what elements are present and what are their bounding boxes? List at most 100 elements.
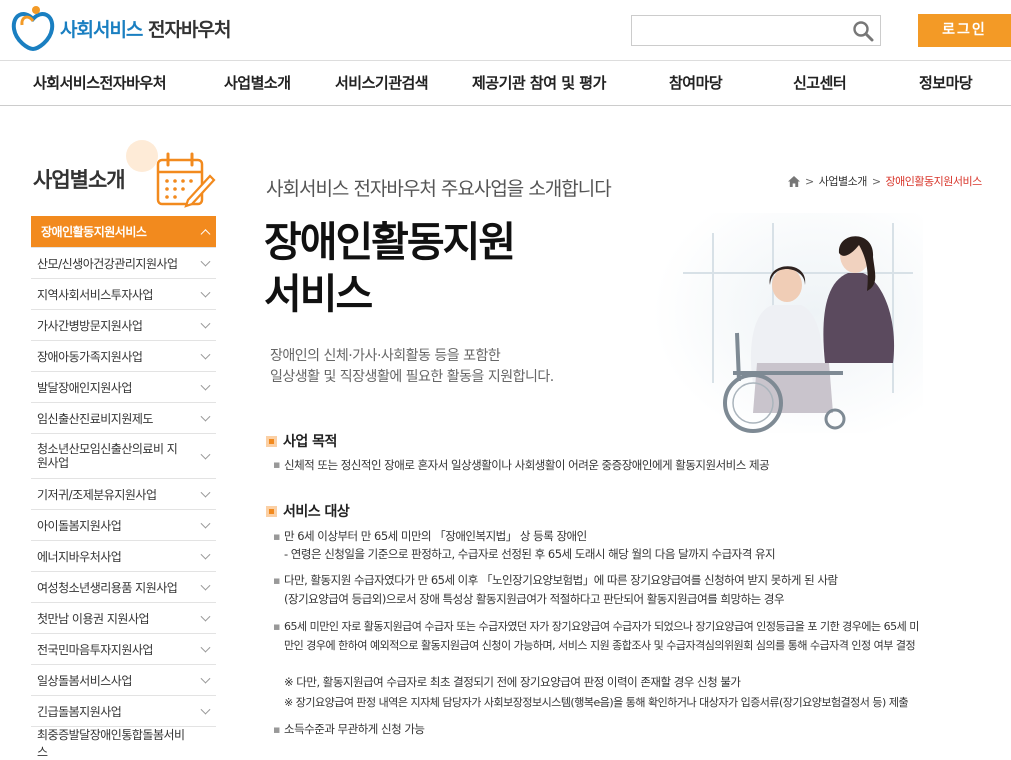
sidebar-item-label: 첫만남 이용권 지원사업 — [37, 611, 150, 626]
section-title-target: 서비스 대상 — [266, 501, 350, 521]
chevron-down-icon — [200, 518, 211, 529]
list-bullet: ▪ — [273, 620, 281, 633]
list-bullet: ▪ — [273, 574, 281, 587]
sidebar-item-label: 임신출산진료비지원제도 — [37, 411, 153, 426]
breadcrumb-separator: > — [805, 174, 814, 188]
sidebar-item-severe-developmental[interactable]: 최중증발달장애인통합돌봄서비스 — [31, 727, 216, 759]
sidebar-item-label: 가사간병방문지원사업 — [37, 318, 143, 333]
sidebar-item-label: 청소년산모임신출산의료비 지원사업 — [37, 442, 178, 470]
sidebar-item-label: 일상돌봄서비스사업 — [37, 673, 132, 688]
hero-image — [653, 213, 923, 433]
note-item: ※ 다만, 활동지원급여 수급자로 최초 결정되기 전에 장기요양급여 판정 이… — [284, 675, 741, 689]
sidebar-item-teen-mother-medical[interactable]: 청소년산모임신출산의료비 지원사업 — [31, 434, 216, 479]
logo[interactable]: 사회서비스 전자바우처 — [10, 2, 250, 54]
nav-item-provider-evaluation[interactable]: 제공기관 참여 및 평가 — [472, 61, 606, 105]
page-title: 장애인활동지원 서비스 — [264, 216, 516, 320]
sidebar-item-maternal-newborn[interactable]: 산모/신생아건강관리지원사업 — [31, 248, 216, 279]
nav-item-participation[interactable]: 참여마당 — [669, 61, 723, 105]
sidebar-item-housekeeping-care[interactable]: 가사간병방문지원사업 — [31, 310, 216, 341]
login-button[interactable]: 로그인 — [918, 14, 1011, 47]
sidebar-title: 사업별소개 — [33, 168, 126, 192]
nav-item-report-center[interactable]: 신고센터 — [793, 61, 847, 105]
home-icon[interactable] — [788, 175, 800, 187]
target-item: 65세 미만인 자로 활동지원급여 수급자 또는 수급자였던 자가 장기요양급여… — [284, 620, 919, 633]
nav-item-business-intro[interactable]: 사업별소개 — [224, 61, 291, 105]
chevron-up-icon — [200, 228, 211, 239]
sidebar-item-label: 산모/신생아건강관리지원사업 — [37, 256, 178, 271]
sidebar-item-label: 기저귀/조제분유지원사업 — [37, 487, 157, 502]
list-bullet: ▪ — [273, 530, 281, 543]
description-line: 장애인의 신체·가사·사회활동 등을 포함한 — [270, 348, 501, 364]
note-item: ※ 장기요양급여 판정 내역은 지자체 담당자가 사회보장정보시스템(행복e음)… — [284, 696, 909, 709]
list-bullet: ▪ — [273, 723, 281, 736]
description-line: 일상생활 및 직장생활에 필요한 활동을 지원합니다. — [270, 369, 554, 385]
target-item: 다만, 활동지원 수급자였다가 만 65세 이후 「노인장기요양보험법」에 따른… — [284, 573, 838, 587]
sidebar-item-emergency-care[interactable]: 긴급돌봄지원사업 — [31, 696, 216, 727]
logo-text-secondary: 전자바우처 — [148, 18, 231, 41]
breadcrumb-separator: > — [871, 174, 881, 188]
sidebar-item-label: 발달장애인지원사업 — [37, 380, 132, 395]
sidebar-item-developmental-disability[interactable]: 발달장애인지원사업 — [31, 372, 216, 403]
section-title-purpose: 사업 목적 — [266, 431, 337, 451]
sidebar-item-label: 최중증발달장애인통합돌봄서비스 — [37, 727, 185, 759]
sidebar-item-daily-care[interactable]: 일상돌봄서비스사업 — [31, 665, 216, 696]
chevron-down-icon — [200, 349, 211, 360]
sidebar-item-label: 장애아동가족지원사업 — [37, 349, 143, 364]
sidebar-item-label: 장애인활동지원서비스 — [41, 225, 147, 239]
chevron-down-icon — [200, 449, 211, 460]
search-icon[interactable] — [852, 20, 874, 42]
sidebar-item-pregnancy-medical[interactable]: 임신출산진료비지원제도 — [31, 403, 216, 434]
chevron-down-icon — [200, 411, 211, 422]
sidebar-item-disabled-child-family[interactable]: 장애아동가족지원사업 — [31, 341, 216, 372]
nav-item-voucher[interactable]: 사회서비스전자바우처 — [33, 61, 167, 105]
sidebar-item-disability-activity[interactable]: 장애인활동지원서비스 — [31, 216, 216, 248]
sidebar-item-energy-voucher[interactable]: 에너지바우처사업 — [31, 541, 216, 572]
sidebar-item-label: 에너지바우처사업 — [37, 549, 122, 564]
chevron-down-icon — [200, 487, 211, 498]
sidebar-menu: 장애인활동지원서비스 산모/신생아건강관리지원사업 지역사회서비스투자사업 가사… — [31, 216, 216, 759]
sidebar-item-sanitary-products[interactable]: 여성청소년생리용품 지원사업 — [31, 572, 216, 603]
sidebar-item-community-investment[interactable]: 지역사회서비스투자사업 — [31, 279, 216, 310]
target-item: 만 6세 이상부터 만 65세 미만의 「장애인복지법」 상 등록 장애인 — [284, 529, 587, 543]
target-item: 소득수준과 무관하게 신청 가능 — [284, 722, 425, 736]
page-title-line: 서비스 — [264, 270, 373, 318]
main-navigation: 사회서비스전자바우처 사업별소개 서비스기관검색 제공기관 참여 및 평가 참여… — [0, 60, 1011, 106]
chevron-down-icon — [200, 549, 211, 560]
chevron-down-icon — [200, 611, 211, 622]
sidebar-item-childcare[interactable]: 아이돌봄지원사업 — [31, 510, 216, 541]
breadcrumb: > 사업별소개 > 장애인활동지원서비스 — [788, 173, 982, 189]
sidebar-item-label: 여성청소년생리용품 지원사업 — [37, 580, 178, 595]
header: 사회서비스 전자바우처 로그인 — [0, 0, 1011, 60]
logo-text-primary: 사회서비스 — [60, 18, 143, 41]
calendar-icon — [126, 140, 216, 208]
chevron-down-icon — [200, 580, 211, 591]
chevron-down-icon — [200, 642, 211, 653]
target-item-sub: 만인 경우에 한하여 예외적으로 활동지원급여 신청이 가능하며, 서비스 지원… — [284, 639, 916, 652]
page-description: 장애인의 신체·가사·사회활동 등을 포함한 일상생활 및 직장생활에 필요한 … — [270, 346, 554, 388]
chevron-down-icon — [200, 256, 211, 267]
breadcrumb-current: 장애인활동지원서비스 — [885, 175, 983, 188]
search-input[interactable] — [632, 16, 842, 45]
page-intro: 사회서비스 전자바우처 주요사업을 소개합니다 — [266, 178, 612, 200]
sidebar-item-label: 전국민마음투자지원사업 — [37, 642, 153, 657]
sidebar-item-label: 긴급돌봄지원사업 — [37, 704, 122, 719]
logo-text: 사회서비스 전자바우처 — [60, 15, 231, 42]
breadcrumb-item[interactable]: 사업별소개 — [819, 173, 868, 189]
chevron-down-icon — [200, 380, 211, 391]
sidebar-item-diaper-formula[interactable]: 기저귀/조제분유지원사업 — [31, 479, 216, 510]
sidebar-item-mind-investment[interactable]: 전국민마음투자지원사업 — [31, 634, 216, 665]
nav-item-agency-search[interactable]: 서비스기관검색 — [335, 61, 429, 105]
chevron-down-icon — [200, 318, 211, 329]
purpose-text: 신체적 또는 정신적인 장애로 혼자서 일상생활이나 사회생활이 어려운 중증장… — [284, 458, 770, 472]
logo-icon — [11, 6, 55, 51]
sidebar-item-first-meeting-voucher[interactable]: 첫만남 이용권 지원사업 — [31, 603, 216, 634]
sidebar-item-label: 아이돌봄지원사업 — [37, 518, 122, 533]
chevron-down-icon — [200, 704, 211, 715]
search-box — [631, 15, 881, 46]
chevron-down-icon — [200, 673, 211, 684]
sidebar-item-label: 지역사회서비스투자사업 — [37, 287, 153, 302]
section-bullet-icon — [266, 505, 277, 517]
nav-item-info[interactable]: 정보마당 — [919, 61, 973, 105]
section-title-label: 사업 목적 — [283, 434, 337, 450]
page-title-line: 장애인활동지원 — [264, 218, 516, 266]
